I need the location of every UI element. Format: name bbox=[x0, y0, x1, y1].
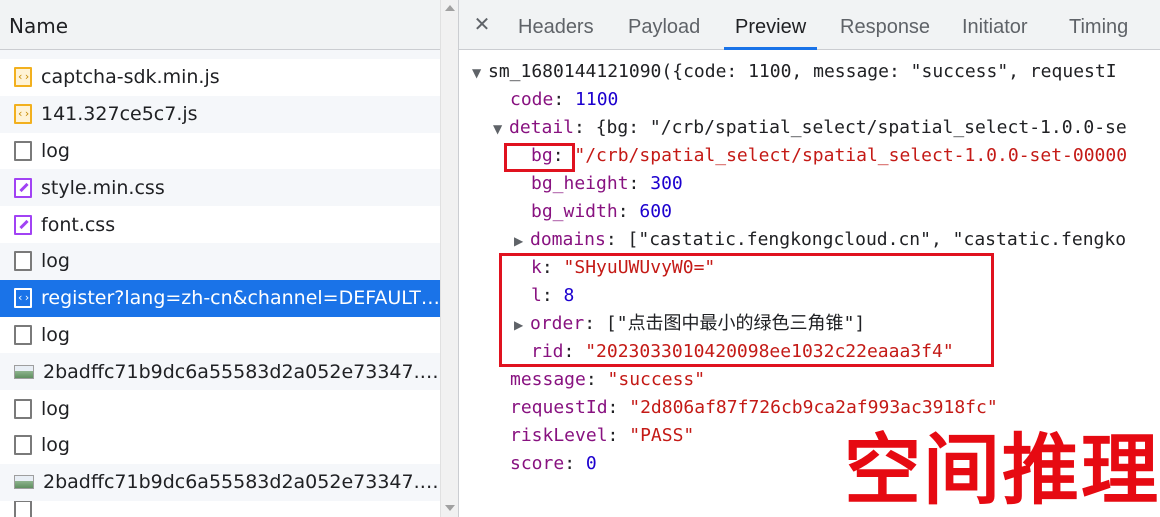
document-file-icon bbox=[14, 324, 32, 345]
scroll-up-arrow-icon[interactable] bbox=[445, 5, 455, 11]
list-item-selected[interactable]: register?lang=zh-cn&channel=DEFAULT&... bbox=[0, 279, 440, 317]
script-file-icon bbox=[14, 104, 32, 125]
request-name: 2badffc71b9dc6a55583d2a052e73347.jpg bbox=[43, 360, 440, 383]
json-line-bg-height: bg_height: 300 bbox=[531, 173, 683, 194]
json-line-message: message: "success" bbox=[510, 369, 706, 390]
list-item[interactable]: log bbox=[0, 427, 440, 464]
request-name: style.min.css bbox=[41, 176, 165, 199]
json-line-detail[interactable]: ▼ detail: {bg: "/crb/spatial_select/spati… bbox=[493, 114, 1127, 142]
script-file-icon bbox=[14, 67, 32, 88]
watermark-text: 空间推理 bbox=[844, 427, 1160, 516]
request-name: log bbox=[41, 323, 70, 346]
list-item[interactable]: 2badffc71b9dc6a55583d2a052e73347.jpg bbox=[0, 463, 440, 501]
list-item[interactable]: font.css bbox=[0, 206, 440, 243]
scroll-down-arrow-icon[interactable] bbox=[445, 505, 455, 511]
list-item[interactable]: log bbox=[0, 133, 440, 170]
image-file-icon bbox=[14, 475, 34, 490]
request-name: log bbox=[41, 397, 70, 420]
request-detail-pane: ✕ Headers Payload Preview Response Initi… bbox=[459, 0, 1160, 517]
network-request-list: Name captcha-sdk.min.js 141.327ce5c7.js … bbox=[0, 0, 458, 517]
request-name: font.css bbox=[41, 213, 116, 236]
tab-timing[interactable]: Timing bbox=[1069, 0, 1128, 50]
json-line-score: score: 0 bbox=[510, 453, 597, 474]
collapse-triangle-icon[interactable]: ▼ bbox=[493, 115, 509, 143]
request-name: 141.327ce5c7.js bbox=[41, 103, 198, 126]
json-line-domains[interactable]: ▶ domains: ["castatic.fengkongcloud.cn", … bbox=[514, 226, 1126, 254]
list-item[interactable]: style.min.css bbox=[0, 169, 440, 207]
document-file-icon bbox=[14, 251, 32, 272]
tab-payload[interactable]: Payload bbox=[628, 0, 700, 50]
list-item[interactable]: log bbox=[0, 317, 440, 354]
document-file-icon bbox=[14, 435, 32, 456]
json-line-bg-width: bg_width: 600 bbox=[531, 201, 672, 222]
expand-triangle-icon[interactable]: ▶ bbox=[514, 227, 530, 255]
list-item[interactable]: log bbox=[0, 242, 440, 280]
request-name: captcha-sdk.min.js bbox=[41, 66, 220, 89]
json-root-line[interactable]: ▼ sm_1680144121090({code: 1100, message: … bbox=[472, 58, 1117, 86]
json-line-code: code: 1100 bbox=[510, 89, 619, 110]
list-item[interactable] bbox=[0, 500, 440, 517]
json-line-risk-level: riskLevel: "PASS" bbox=[510, 425, 695, 446]
close-icon[interactable]: ✕ bbox=[471, 12, 493, 36]
detail-tabbar: ✕ Headers Payload Preview Response Initi… bbox=[459, 0, 1160, 50]
highlight-box-bg bbox=[504, 143, 575, 172]
request-name: log bbox=[41, 139, 70, 162]
json-line-bg: bg: "/crb/spatial_select/spatial_select-… bbox=[531, 145, 1128, 166]
request-list: captcha-sdk.min.js 141.327ce5c7.js log s… bbox=[0, 50, 440, 517]
image-file-icon bbox=[14, 364, 34, 379]
tab-initiator[interactable]: Initiator bbox=[962, 0, 1028, 50]
request-name: 2badffc71b9dc6a55583d2a052e73347.jpg bbox=[43, 471, 440, 494]
highlight-box-fields bbox=[499, 253, 994, 367]
request-name: register?lang=zh-cn&channel=DEFAULT&... bbox=[41, 287, 440, 310]
document-file-icon bbox=[14, 398, 32, 419]
stylesheet-file-icon bbox=[14, 214, 32, 235]
list-item[interactable] bbox=[0, 50, 440, 59]
list-item[interactable]: 2badffc71b9dc6a55583d2a052e73347.jpg bbox=[0, 353, 440, 391]
stylesheet-file-icon bbox=[14, 177, 32, 198]
json-line-request-id: requestId: "2d806af87f726cb9ca2af993ac39… bbox=[510, 397, 998, 418]
collapse-triangle-icon[interactable]: ▼ bbox=[472, 59, 488, 87]
tab-headers[interactable]: Headers bbox=[518, 0, 594, 50]
tab-response[interactable]: Response bbox=[840, 0, 930, 50]
document-file-icon bbox=[14, 500, 32, 517]
list-item[interactable]: 141.327ce5c7.js bbox=[0, 95, 440, 133]
list-item[interactable]: log bbox=[0, 390, 440, 427]
request-name: log bbox=[41, 250, 70, 273]
list-item[interactable]: captcha-sdk.min.js bbox=[0, 59, 440, 96]
request-name: log bbox=[41, 434, 70, 457]
tab-preview[interactable]: Preview bbox=[724, 0, 818, 50]
name-column-header[interactable]: Name bbox=[0, 0, 440, 50]
document-file-icon bbox=[14, 140, 32, 161]
list-scrollbar[interactable] bbox=[440, 0, 458, 517]
xhr-file-icon bbox=[14, 288, 32, 309]
